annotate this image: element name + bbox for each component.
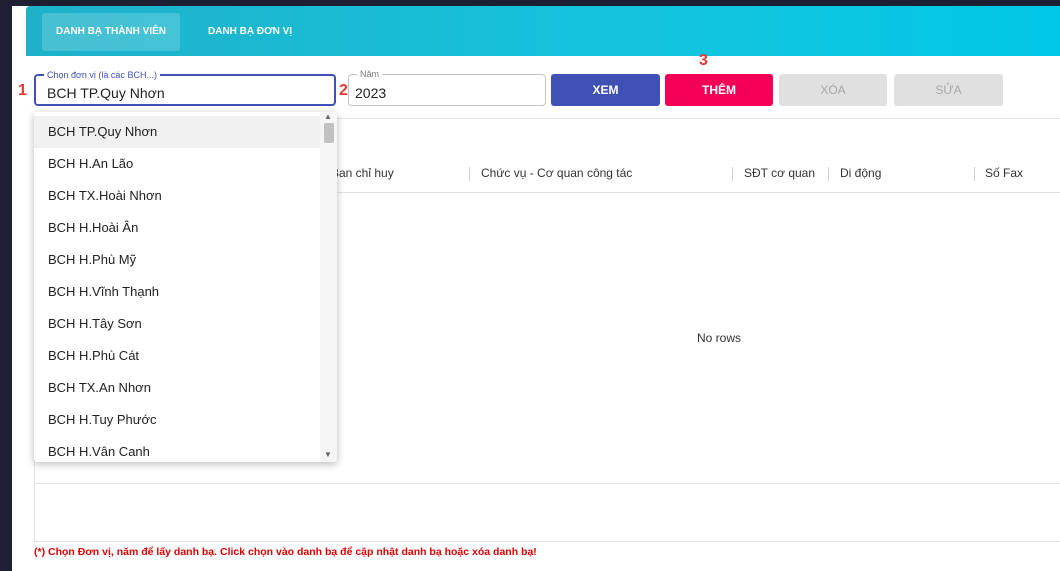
dropdown-option[interactable]: BCH H.An Lão	[34, 148, 320, 180]
page: DANH BẠ THÀNH VIÊN DANH BẠ ĐƠN VỊ 1 Chọn…	[0, 0, 1060, 571]
dropdown-option[interactable]: BCH H.Tuy Phước	[34, 404, 320, 436]
left-frame	[0, 0, 12, 571]
scroll-down-icon[interactable]: ▼	[324, 450, 332, 459]
col-sdt-co-quan[interactable]: SĐT cơ quan	[744, 166, 815, 180]
year-input[interactable]: Năm 2023	[348, 68, 546, 106]
year-input-value: 2023	[355, 85, 387, 101]
dropdown-scrollbar[interactable]: ▲ ▼	[320, 112, 337, 462]
unit-select[interactable]: Chọn đơn vị (là các BCH...) BCH TP.Quy N…	[34, 69, 336, 106]
col-di-dong[interactable]: Di động	[840, 166, 881, 180]
col-ban-chi-huy[interactable]: Ban chỉ huy	[331, 166, 394, 180]
tab-bar: DANH BẠ THÀNH VIÊN DANH BẠ ĐƠN VỊ	[26, 6, 1060, 56]
annotation-marker-2: 2	[339, 82, 348, 99]
dropdown-option[interactable]: BCH H.Phù Cát	[34, 340, 320, 372]
col-separator	[974, 167, 975, 181]
tab-danh-ba-don-vi[interactable]: DANH BẠ ĐƠN VỊ	[194, 13, 306, 51]
annotation-marker-1: 1	[18, 82, 27, 99]
year-input-label: Năm	[357, 68, 383, 80]
dropdown-option[interactable]: BCH TX.An Nhơn	[34, 372, 320, 404]
xoa-button[interactable]: XÓA	[779, 74, 887, 106]
dropdown-option[interactable]: BCH H.Phù Mỹ	[34, 244, 320, 276]
sua-button[interactable]: SỬA	[894, 74, 1003, 106]
col-chuc-vu[interactable]: Chức vụ - Cơ quan công tác	[481, 166, 632, 180]
scroll-up-icon[interactable]: ▲	[324, 112, 332, 121]
dropdown-option[interactable]: BCH H.Vĩnh Thạnh	[34, 276, 320, 308]
scrollbar-thumb[interactable]	[324, 123, 334, 143]
unit-select-value: BCH TP.Quy Nhơn	[47, 85, 165, 101]
unit-select-label: Chọn đơn vị (là các BCH...)	[44, 69, 160, 81]
them-button[interactable]: THÊM	[665, 74, 773, 106]
col-separator	[732, 167, 733, 181]
col-separator	[469, 167, 470, 181]
empty-state: No rows	[697, 331, 742, 345]
annotation-marker-3: 3	[699, 52, 708, 69]
dropdown-option[interactable]: BCH H.Tây Sơn	[34, 308, 320, 340]
dropdown-option[interactable]: BCH TP.Quy Nhơn	[34, 116, 320, 148]
unit-dropdown-list[interactable]: BCH TP.Quy Nhơn BCH H.An Lão BCH TX.Hoài…	[34, 112, 337, 462]
col-so-fax[interactable]: Số Fax	[985, 166, 1023, 180]
instruction-note: (*) Chọn Đơn vị, năm để lấy danh bạ. Cli…	[34, 546, 537, 558]
dropdown-option[interactable]: BCH H.Vân Canh	[34, 436, 320, 462]
xem-button[interactable]: XEM	[551, 74, 660, 106]
col-separator	[828, 167, 829, 181]
dropdown-option[interactable]: BCH TX.Hoài Nhơn	[34, 180, 320, 212]
tab-danh-ba-thanh-vien[interactable]: DANH BẠ THÀNH VIÊN	[42, 13, 180, 51]
table-footer-divider	[35, 483, 1060, 484]
dropdown-option[interactable]: BCH H.Hoài Ân	[34, 212, 320, 244]
